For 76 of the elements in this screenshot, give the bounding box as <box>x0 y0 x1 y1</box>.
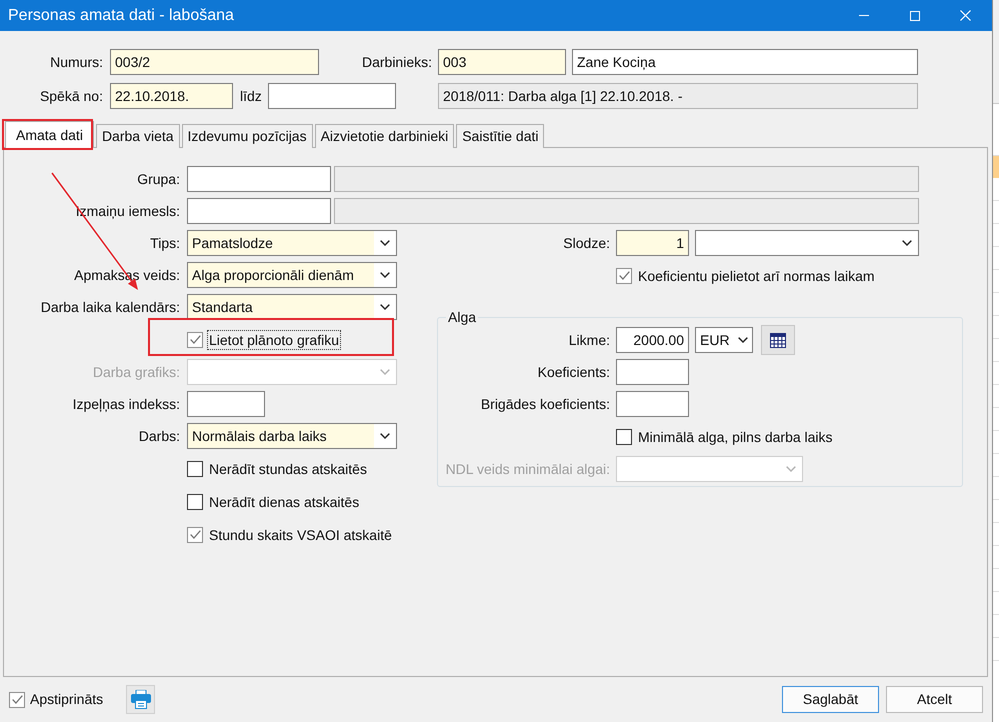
text-field[interactable] <box>616 359 689 385</box>
dropdown[interactable]: Normālais darba laiks <box>187 423 397 449</box>
text-field[interactable] <box>187 391 265 417</box>
checkbox-label: Apstiprināts <box>30 690 104 709</box>
text-field[interactable] <box>616 391 689 417</box>
field-label: Koeficients: <box>538 362 610 382</box>
field-label: Darbs: <box>138 426 180 446</box>
table-icon <box>770 332 786 348</box>
chevron-down-icon <box>380 272 390 278</box>
group-title: Alga <box>447 309 478 325</box>
check-icon <box>190 530 200 539</box>
check-icon <box>618 271 630 280</box>
text-field[interactable]: Zane Kociņa <box>572 49 918 75</box>
checkbox[interactable] <box>187 494 203 510</box>
text-field[interactable]: 003 <box>438 49 566 75</box>
dropdown[interactable]: Standarta <box>187 294 397 320</box>
dropdown[interactable]: Pamatslodze <box>187 230 397 256</box>
field-label: NDL veids minimālai algai: <box>446 460 610 479</box>
text-field[interactable] <box>187 166 331 192</box>
checkbox-label: Lietot plānoto grafiku <box>207 330 341 350</box>
checkbox[interactable] <box>187 460 203 476</box>
dialog-button[interactable]: Saglabāt <box>782 686 879 713</box>
checkbox-label: Minimālā alga, pilns darba laiks <box>637 428 834 446</box>
dropdown[interactable] <box>695 230 919 256</box>
chevron-down-icon <box>380 369 390 375</box>
text-field[interactable] <box>187 198 331 224</box>
dropdown[interactable]: Alga proporcionāli dienām <box>187 262 397 288</box>
field-label: Tips: <box>150 234 180 253</box>
checkbox[interactable] <box>187 332 203 348</box>
check-icon <box>190 335 200 344</box>
checkbox-label: Koeficientu pielietot arī normas laikam <box>637 266 876 286</box>
minimize-icon <box>858 15 868 16</box>
field-label: Darbinieks: <box>362 52 432 72</box>
field-label: Slodze: <box>563 234 610 252</box>
field-label: Izpeļņas indekss: <box>72 394 180 414</box>
tab[interactable]: Izdevumu pozīcijas <box>182 124 313 148</box>
text-field[interactable] <box>268 83 396 109</box>
close-icon <box>960 10 971 21</box>
chevron-down-icon <box>380 433 390 439</box>
field-label: Darba grafiks: <box>92 362 180 382</box>
field-label: Darba laika kalendārs: <box>40 298 180 316</box>
window-title: Personas amata dati - labošana <box>8 6 234 26</box>
readonly-field: 2018/011: Darba alga [1] 22.10.2018. - <box>438 83 918 109</box>
text-field[interactable]: 22.10.2018. <box>110 83 233 109</box>
chevron-down-icon <box>902 240 912 246</box>
dialog-button[interactable]: Atcelt <box>886 686 983 713</box>
printer-icon <box>130 690 150 709</box>
chevron-down-icon <box>380 304 390 310</box>
field-label: Brigādes koeficients: <box>480 394 610 414</box>
checkbox[interactable] <box>616 268 632 284</box>
text-field[interactable]: 2000.00 <box>616 327 689 353</box>
checkbox[interactable] <box>616 428 632 444</box>
checkbox[interactable] <box>187 526 203 542</box>
field-label: Grupa: <box>137 170 180 189</box>
text-field[interactable]: 003/2 <box>110 49 319 75</box>
check-icon <box>12 695 22 704</box>
chevron-down-icon <box>738 337 748 343</box>
tab[interactable]: Aizvietotie darbinieki <box>314 124 454 148</box>
tab[interactable]: Darba vieta <box>96 124 180 148</box>
dropdown[interactable]: EUR <box>695 327 753 353</box>
table-button[interactable] <box>761 325 795 355</box>
chevron-down-icon <box>786 466 796 472</box>
maximize-icon <box>910 10 920 20</box>
checkbox-label: Stundu skaits VSAOI atskaitē <box>208 526 393 544</box>
checkbox-label: Nerādīt dienas atskaitēs <box>208 492 360 512</box>
field-label: līdz <box>240 86 262 106</box>
chevron-down-icon <box>380 240 390 246</box>
checkbox[interactable] <box>9 692 25 708</box>
field-label: Likme: <box>568 330 610 350</box>
print-button[interactable] <box>126 685 155 714</box>
field-label: Numurs: <box>50 52 103 72</box>
field-label: Spēkā no: <box>40 86 103 106</box>
text-field[interactable]: 1 <box>616 230 689 256</box>
checkbox-label: Nerādīt stundas atskaitēs <box>208 460 368 478</box>
tab[interactable]: Saistītie dati <box>456 124 544 148</box>
tab[interactable]: Amata dati <box>5 121 94 148</box>
